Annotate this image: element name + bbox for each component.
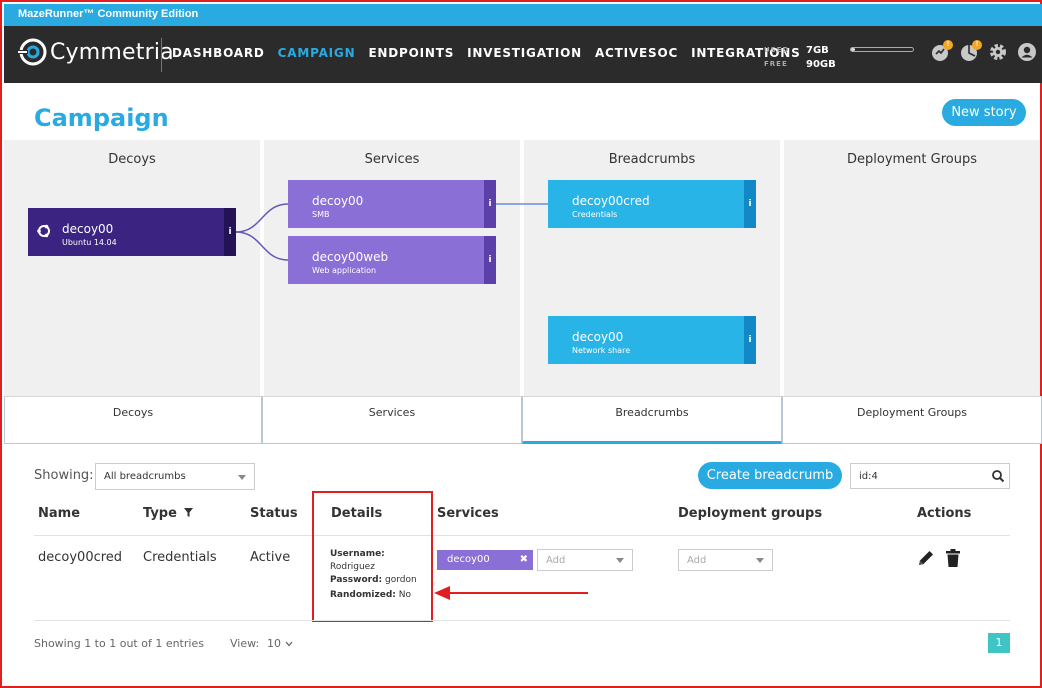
- search-input[interactable]: [851, 464, 981, 488]
- connector-decoy-smb: [235, 203, 289, 233]
- column-header-deployment-groups: Deployment groups: [678, 506, 823, 521]
- breadcrumb-node-share[interactable]: decoy00 Network share i: [548, 316, 756, 364]
- column-header-services: Services: [437, 506, 499, 521]
- tab-deployment-groups[interactable]: Deployment Groups: [782, 396, 1042, 444]
- service-node-type: Web application: [312, 266, 377, 275]
- breadcrumb-node-name: decoy00: [572, 330, 624, 344]
- connector-decoy-web: [235, 231, 289, 261]
- view-label: View:: [230, 637, 260, 650]
- services-add-select[interactable]: Add: [537, 549, 633, 571]
- chevron-down-icon: [616, 558, 624, 563]
- service-info-button[interactable]: i: [484, 236, 496, 284]
- entries-summary: Showing 1 to 1 out of 1 entries: [34, 637, 204, 650]
- groups-add-select[interactable]: Add: [678, 549, 773, 571]
- row-type: Credentials: [143, 550, 217, 565]
- app-frame: MazeRunner™ Community Edition Cymmetria …: [0, 0, 1042, 688]
- column-header-status[interactable]: Status: [250, 506, 298, 521]
- chevron-down-icon: [756, 558, 764, 563]
- row-status: Active: [250, 550, 291, 565]
- chevron-down-icon: [238, 475, 246, 480]
- service-chip-label: decoy00: [447, 554, 490, 565]
- breadcrumb-filter-select[interactable]: All breadcrumbs: [95, 463, 255, 490]
- breadcrumb-node-type: Credentials: [572, 210, 618, 219]
- page-size-select[interactable]: 10: [267, 637, 293, 650]
- service-node-type: SMB: [312, 210, 330, 219]
- pagination-page-1[interactable]: 1: [988, 633, 1010, 653]
- tab-services[interactable]: Services: [262, 396, 522, 444]
- column-header-type-label: Type: [143, 506, 177, 521]
- delete-icon[interactable]: [944, 548, 962, 568]
- chevron-down-icon: [285, 641, 292, 647]
- column-header-name[interactable]: Name: [38, 506, 80, 521]
- showing-label: Showing:: [34, 468, 94, 483]
- service-info-button[interactable]: i: [484, 180, 496, 228]
- ubuntu-icon: [37, 224, 50, 238]
- column-header-type[interactable]: Type: [143, 506, 194, 521]
- breadcrumb-info-button[interactable]: i: [744, 316, 756, 364]
- service-node-name: decoy00: [312, 194, 364, 208]
- service-node-smb[interactable]: decoy00 SMB i: [288, 180, 496, 228]
- page-size-value: 10: [267, 637, 281, 650]
- column-header-actions: Actions: [917, 506, 972, 521]
- row-name: decoy00cred: [38, 550, 123, 565]
- tab-breadcrumbs[interactable]: Breadcrumbs: [522, 396, 782, 444]
- row-divider-line: [34, 620, 1010, 621]
- breadcrumb-filter-value: All breadcrumbs: [104, 471, 186, 482]
- edit-icon[interactable]: [916, 548, 936, 568]
- service-node-web[interactable]: decoy00web Web application i: [288, 236, 496, 284]
- decoy-info-button[interactable]: i: [224, 208, 236, 256]
- details-highlight-box: [312, 491, 433, 622]
- service-chip: decoy00 ✖: [437, 550, 533, 570]
- tab-decoys[interactable]: Decoys: [4, 396, 262, 444]
- breadcrumb-node-credentials[interactable]: decoy00cred Credentials i: [548, 180, 756, 228]
- remove-chip-icon[interactable]: ✖: [520, 550, 528, 570]
- search-box: [850, 463, 1010, 489]
- filter-icon[interactable]: [184, 508, 194, 517]
- create-breadcrumb-button[interactable]: Create breadcrumb: [698, 462, 842, 489]
- decoy-node-os: Ubuntu 14.04: [62, 238, 117, 247]
- service-node-name: decoy00web: [312, 250, 389, 264]
- header-divider-line: [34, 535, 1010, 536]
- breadcrumb-node-name: decoy00cred: [572, 194, 650, 208]
- annotation-arrow-icon: [434, 586, 588, 600]
- search-icon[interactable]: [991, 469, 1005, 483]
- groups-add-placeholder: Add: [687, 555, 707, 566]
- breadcrumb-info-button[interactable]: i: [744, 180, 756, 228]
- services-add-placeholder: Add: [546, 555, 566, 566]
- breadcrumb-node-type: Network share: [572, 346, 631, 355]
- decoy-node[interactable]: decoy00 Ubuntu 14.04 i: [28, 208, 236, 256]
- decoy-node-name: decoy00: [62, 222, 114, 236]
